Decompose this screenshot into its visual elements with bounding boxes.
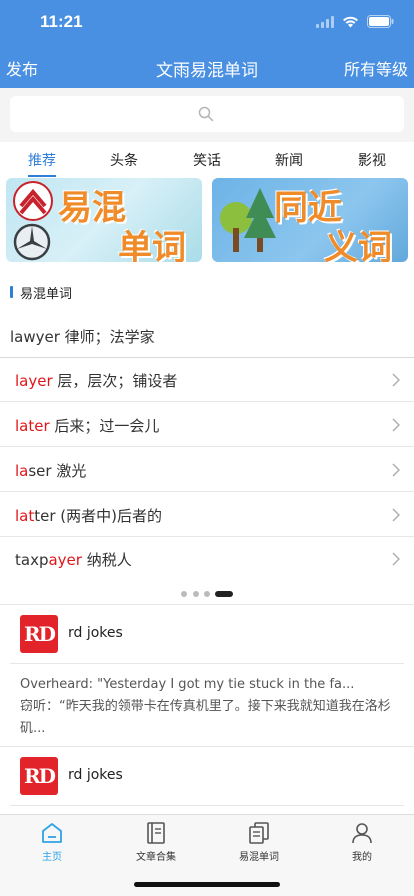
tabbar-me-label: 我的: [352, 852, 372, 863]
joke-text[interactable]: Overheard: "Yesterday I got my tie stuck…: [20, 674, 400, 740]
tabbar-articles[interactable]: 文章合集: [116, 821, 196, 863]
rd-logo: RD: [20, 615, 58, 653]
tabbar-confusing-words[interactable]: 易混单词: [219, 821, 299, 863]
word-text: layer 层，层次；铺设者: [15, 372, 178, 390]
joke-card-header[interactable]: RD rd jokes: [0, 747, 414, 805]
tabbar-home[interactable]: 主页: [12, 821, 92, 863]
word-text: later 后来；过一会儿: [15, 417, 160, 435]
wifi-icon: [343, 16, 358, 27]
chevron-right-icon: [392, 552, 400, 566]
status-bar: 11:21: [0, 0, 414, 46]
chevron-right-icon: [392, 373, 400, 387]
battery-icon: [367, 15, 394, 28]
joke-text-cn: 窃听：“昨天我的领带卡在传真机里了。接下来我就知道我在洛杉矶...: [20, 699, 391, 736]
home-indicator: [134, 882, 280, 887]
word-text: laser 激光: [15, 462, 87, 480]
search-input[interactable]: [10, 96, 404, 132]
chevron-right-icon: [392, 418, 400, 432]
page-dot[interactable]: [193, 591, 199, 597]
level-filter-button[interactable]: 所有等级: [344, 56, 408, 80]
word-list-item[interactable]: taxpayer 纳税人: [0, 537, 414, 581]
word-text: lawyer 律师；法学家: [10, 328, 155, 346]
joke-card-header[interactable]: RD rd jokes: [0, 605, 414, 663]
citroen-logo-icon: [13, 181, 53, 221]
banner-1-line-1: 易混: [58, 188, 126, 228]
divider: [10, 663, 404, 664]
word-list-item[interactable]: layer 层，层次；铺设者: [0, 358, 414, 402]
search-area: [0, 88, 414, 142]
section-accent-bar: [10, 286, 13, 298]
page-dot[interactable]: [181, 591, 187, 597]
trees-icon: [220, 188, 276, 252]
joke-source: rd jokes: [68, 625, 123, 641]
tab-news[interactable]: 新闻: [259, 150, 319, 170]
banner-synonyms[interactable]: 同近 义词: [212, 178, 408, 262]
signal-icon: [316, 15, 334, 28]
tabbar-articles-label: 文章合集: [136, 852, 176, 863]
tab-jokes[interactable]: 笑话: [177, 150, 237, 170]
rd-logo: RD: [20, 757, 58, 795]
tab-headlines[interactable]: 头条: [94, 150, 154, 170]
mercedes-logo-icon: [13, 223, 51, 261]
joke-text-en: Overheard: "Yesterday I got my tie stuck…: [20, 677, 355, 692]
status-time: 11:21: [40, 12, 83, 31]
joke-source: rd jokes: [68, 767, 123, 783]
tabbar-me[interactable]: 我的: [322, 821, 402, 863]
tab-recommend[interactable]: 推荐: [12, 150, 72, 170]
divider: [10, 805, 404, 806]
word-list-item[interactable]: latter (两者中)后者的: [0, 493, 414, 537]
tabbar-home-label: 主页: [42, 852, 62, 863]
page-dot-active[interactable]: [215, 591, 233, 597]
banner-2-line-2: 义词: [324, 228, 392, 262]
carousel-page-indicator: [0, 588, 414, 600]
page-dot[interactable]: [204, 591, 210, 597]
person-icon: [352, 823, 372, 844]
category-tabs: 推荐 头条 笑话 新闻 影视: [0, 144, 414, 178]
word-list-item[interactable]: later 后来；过一会儿: [0, 403, 414, 447]
home-icon: [42, 823, 62, 843]
documents-icon: [249, 822, 269, 844]
banner-confusing-words[interactable]: 易混 单词: [6, 178, 202, 262]
book-icon: [147, 822, 165, 844]
search-icon: [198, 106, 214, 122]
banner-1-line-2: 单词: [118, 228, 186, 262]
tab-movies[interactable]: 影视: [342, 150, 402, 170]
word-text: latter (两者中)后者的: [15, 507, 163, 525]
tabbar-confusing-words-label: 易混单词: [239, 852, 279, 863]
banner-carousel: 易混 单词 同近 义词: [0, 176, 414, 266]
chevron-right-icon: [392, 508, 400, 522]
chevron-right-icon: [392, 463, 400, 477]
word-text: taxpayer 纳税人: [15, 551, 132, 569]
word-list-item[interactable]: laser 激光: [0, 448, 414, 492]
nav-bar: 发布 文雨易混单词 所有等级: [0, 46, 414, 88]
status-icons: [316, 15, 394, 28]
section-title: 易混单词: [20, 287, 73, 302]
word-list-item[interactable]: lawyer 律师；法学家: [0, 312, 414, 358]
